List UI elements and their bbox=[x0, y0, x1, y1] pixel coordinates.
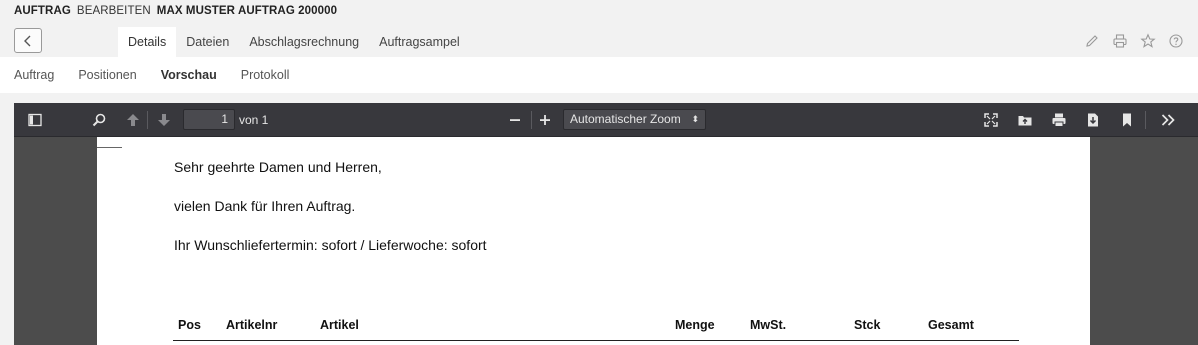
fold-mark bbox=[97, 147, 122, 148]
column-header-artikelnr: Artikelnr bbox=[226, 318, 278, 332]
tab-auftragsampel[interactable]: Auftragsampel bbox=[369, 27, 470, 57]
toolbar-separator bbox=[1145, 111, 1146, 129]
tools-menu-button[interactable] bbox=[1159, 111, 1177, 129]
print-icon bbox=[1052, 113, 1066, 127]
sidebar-toggle-icon bbox=[28, 113, 42, 127]
letter-salutation: Sehr geehrte Damen und Herren, bbox=[174, 159, 382, 175]
pdf-print-button[interactable] bbox=[1050, 111, 1068, 129]
open-file-button[interactable] bbox=[1016, 111, 1034, 129]
tab-abschlagsrechnung[interactable]: Abschlagsrechnung bbox=[239, 27, 369, 57]
document-area[interactable]: Sehr geehrte Damen und Herren, vielen Da… bbox=[14, 137, 1198, 345]
plus-icon bbox=[540, 115, 550, 125]
subnav-auftrag[interactable]: Auftrag bbox=[14, 68, 54, 82]
zoom-out-button[interactable] bbox=[506, 111, 524, 129]
star-icon bbox=[1140, 33, 1156, 48]
column-header-artikel: Artikel bbox=[320, 318, 359, 332]
double-chevron-right-icon bbox=[1161, 114, 1175, 126]
pdf-page: Sehr geehrte Damen und Herren, vielen Da… bbox=[97, 137, 1090, 345]
sub-navigation: Auftrag Positionen Vorschau Protokoll bbox=[0, 57, 1198, 93]
chevron-left-icon bbox=[24, 35, 31, 46]
presentation-mode-button[interactable] bbox=[982, 111, 1000, 129]
title-part-auftrag: AUFTRAG bbox=[14, 5, 71, 17]
pdf-toolbar: 1 von 1 Automatischer Zoom ⬍ bbox=[14, 103, 1198, 137]
column-header-menge: Menge bbox=[675, 318, 715, 332]
subnav-protokoll[interactable]: Protokoll bbox=[241, 68, 290, 82]
zoom-select[interactable]: Automatischer Zoom ⬍ bbox=[563, 109, 706, 130]
subnav-positionen[interactable]: Positionen bbox=[78, 68, 136, 82]
title-part-order-name: MAX MUSTER AUFTRAG 200000 bbox=[156, 5, 338, 17]
minus-icon bbox=[510, 119, 520, 121]
bookmark-icon bbox=[1123, 113, 1131, 127]
find-button[interactable] bbox=[90, 111, 108, 129]
tab-details[interactable]: Details bbox=[118, 27, 177, 57]
print-icon bbox=[1113, 34, 1127, 48]
page-number-input[interactable]: 1 bbox=[183, 109, 235, 130]
download-icon bbox=[1088, 113, 1098, 127]
previous-page-button[interactable] bbox=[124, 111, 142, 129]
download-button[interactable] bbox=[1084, 111, 1102, 129]
pdf-viewer: 1 von 1 Automatischer Zoom ⬍ Sehr geehrt… bbox=[14, 103, 1198, 345]
arrow-up-icon bbox=[127, 114, 139, 126]
column-header-stck: Stck bbox=[854, 318, 881, 332]
page-title: AUFTRAG BEARBEITEN MAX MUSTER AUFTRAG 20… bbox=[14, 5, 337, 17]
help-button[interactable] bbox=[1168, 33, 1184, 49]
tab-bar: Details Dateien Abschlagsrechnung Auftra… bbox=[118, 27, 470, 57]
toolbar-separator bbox=[531, 111, 532, 129]
column-header-mwst: MwSt. bbox=[750, 318, 787, 332]
next-page-button[interactable] bbox=[155, 111, 173, 129]
column-header-gesamt: Gesamt bbox=[928, 318, 974, 332]
pencil-icon bbox=[1086, 35, 1098, 47]
arrow-down-icon bbox=[158, 114, 170, 126]
subnav-vorschau[interactable]: Vorschau bbox=[161, 68, 217, 82]
edit-button[interactable] bbox=[1084, 33, 1100, 49]
help-icon bbox=[1169, 34, 1183, 48]
tab-dateien[interactable]: Dateien bbox=[176, 27, 239, 57]
title-part-bearbeiten: BEARBEITEN bbox=[76, 5, 151, 17]
search-icon bbox=[92, 113, 106, 127]
select-caret-icon: ⬍ bbox=[691, 114, 699, 124]
toolbar-separator bbox=[147, 111, 148, 129]
print-button[interactable] bbox=[1112, 33, 1128, 49]
column-header-pos: Pos bbox=[178, 318, 201, 332]
letter-thanks: vielen Dank für Ihren Auftrag. bbox=[174, 198, 356, 214]
items-table-header: Pos Artikelnr Artikel Menge MwSt. Stck G… bbox=[173, 313, 1019, 341]
letter-delivery-date: Ihr Wunschliefertermin: sofort / Lieferw… bbox=[174, 237, 487, 253]
fullscreen-icon bbox=[984, 113, 998, 127]
page-count-label: von 1 bbox=[239, 113, 269, 127]
sidebar-toggle-button[interactable] bbox=[26, 111, 44, 129]
zoom-select-value: Automatischer Zoom bbox=[570, 112, 681, 126]
back-button[interactable] bbox=[14, 28, 42, 53]
header-actions bbox=[1084, 33, 1184, 49]
favorite-button[interactable] bbox=[1140, 33, 1156, 49]
folder-open-icon bbox=[1018, 116, 1032, 126]
zoom-in-button[interactable] bbox=[536, 111, 554, 129]
bookmark-button[interactable] bbox=[1118, 111, 1136, 129]
header: AUFTRAG BEARBEITEN MAX MUSTER AUFTRAG 20… bbox=[0, 0, 1198, 57]
